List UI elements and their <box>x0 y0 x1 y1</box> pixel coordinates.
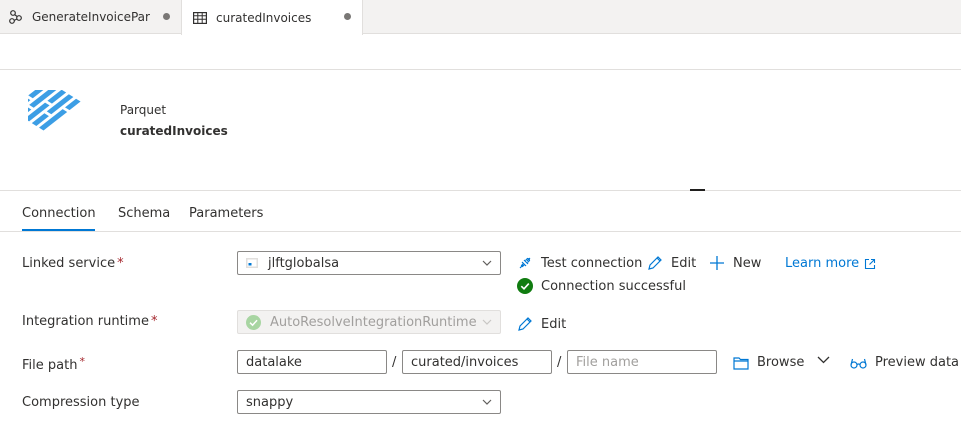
folder-icon <box>733 356 749 370</box>
linked-service-value: jlftglobalsa <box>268 255 340 271</box>
browse-options-button[interactable] <box>817 355 838 365</box>
linked-service-label: Linked service * <box>22 256 124 271</box>
compression-type-label: Compression type <box>22 395 140 410</box>
edit-integration-runtime-button[interactable]: Edit <box>517 316 566 332</box>
test-connection-label: Test connection <box>541 255 643 271</box>
tab-label: curatedInvoices <box>216 10 312 25</box>
container-input[interactable]: datalake <box>237 350 387 374</box>
checkmark-circle-icon <box>517 278 533 294</box>
container-value: datalake <box>246 354 302 370</box>
unsaved-indicator <box>344 13 351 20</box>
chevron-down-icon <box>817 356 830 364</box>
tab-generate-invoice-partitions[interactable]: GenerateInvoicePartitions <box>0 0 181 34</box>
integration-runtime-value: AutoResolveIntegrationRuntime <box>270 314 477 330</box>
glasses-icon <box>850 358 867 369</box>
tabs-divider <box>0 231 961 232</box>
tab-parameters[interactable]: Parameters <box>189 206 263 221</box>
new-label: New <box>733 255 762 271</box>
browse-button[interactable]: Browse <box>733 355 804 370</box>
file-name-placeholder: File name <box>576 354 639 370</box>
plus-icon <box>710 256 724 270</box>
tab-connection[interactable]: Connection <box>22 206 96 221</box>
table-icon <box>192 10 208 26</box>
pencil-icon <box>518 317 532 331</box>
chevron-down-icon <box>482 260 492 266</box>
learn-more-link[interactable]: Learn more <box>785 256 876 271</box>
dataset-name: curatedInvoices <box>120 124 228 138</box>
plug-icon <box>519 257 531 269</box>
panel-resize-handle[interactable] <box>690 189 705 191</box>
runtime-check-icon <box>246 314 261 330</box>
directory-input[interactable]: curated/invoices <box>402 350 552 374</box>
chevron-down-icon <box>482 399 492 405</box>
tab-label: GenerateInvoicePartitions <box>32 10 150 24</box>
tab-schema[interactable]: Schema <box>118 206 170 221</box>
learn-more-label: Learn more <box>785 256 860 271</box>
preview-data-label: Preview data <box>875 355 960 370</box>
browse-label: Browse <box>757 355 805 370</box>
test-connection-button[interactable]: Test connection <box>517 255 642 271</box>
compression-type-dropdown[interactable]: snappy <box>237 390 501 414</box>
external-link-icon <box>865 258 876 269</box>
preview-data-button[interactable]: Preview data <box>850 355 959 370</box>
header-divider <box>0 190 961 191</box>
integration-runtime-label: Integration runtime * <box>22 314 158 329</box>
integration-runtime-dropdown[interactable]: AutoResolveIntegrationRuntime <box>237 310 501 334</box>
connection-status: Connection successful <box>517 278 686 294</box>
file-path-label: File path * <box>22 355 85 373</box>
edit-linked-service-button[interactable]: Edit <box>647 255 696 271</box>
storage-account-icon <box>246 258 258 268</box>
parquet-logo <box>10 80 90 154</box>
pipeline-icon <box>8 9 24 25</box>
edit-label: Edit <box>671 255 697 271</box>
compression-type-value: snappy <box>246 394 294 410</box>
unsaved-indicator <box>163 13 170 20</box>
chevron-down-icon <box>482 319 492 325</box>
pencil-icon <box>648 256 662 270</box>
new-linked-service-button[interactable]: New <box>709 255 761 271</box>
dataset-type: Parquet <box>120 103 167 117</box>
toolbar-divider <box>0 69 961 70</box>
editor-tab-bar: GenerateInvoicePartitions curatedInvoice… <box>0 0 961 35</box>
directory-value: curated/invoices <box>411 354 519 370</box>
edit-label: Edit <box>541 316 567 332</box>
path-separator: / <box>392 355 397 370</box>
connection-status-text: Connection successful <box>541 278 686 294</box>
file-name-input[interactable]: File name <box>567 350 717 374</box>
linked-service-dropdown[interactable]: jlftglobalsa <box>237 251 501 275</box>
tab-curated-invoices[interactable]: curatedInvoices <box>181 0 363 35</box>
path-separator: / <box>557 355 562 370</box>
